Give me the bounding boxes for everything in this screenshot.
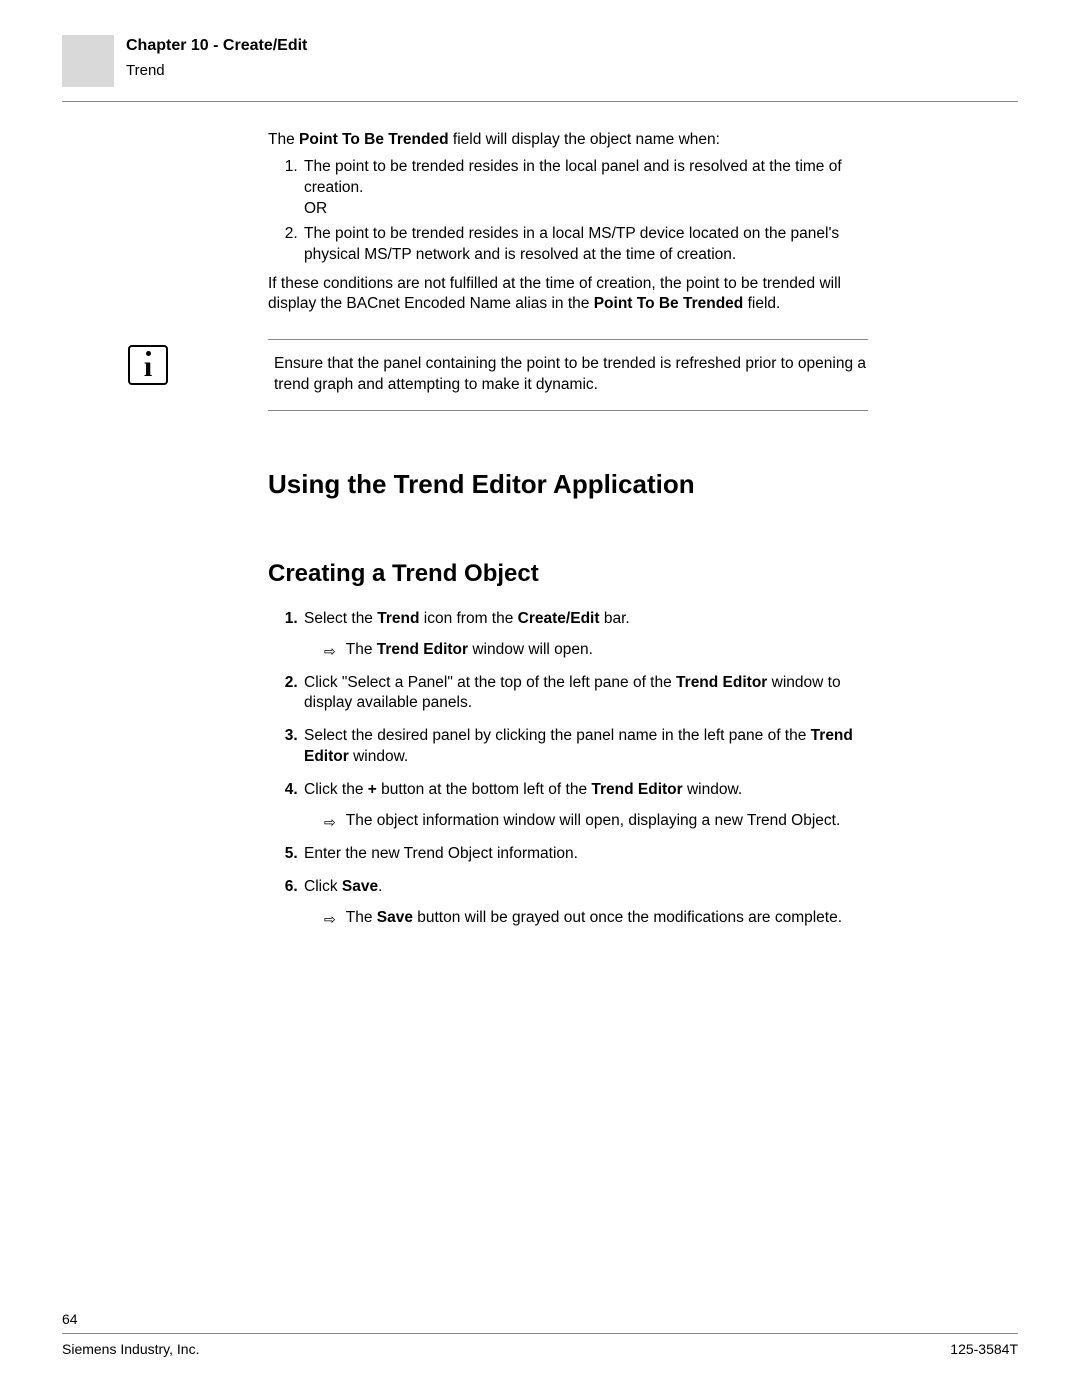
- header-decoration-square: [62, 35, 114, 87]
- steps-list: Select the Trend icon from the Create/Ed…: [268, 609, 868, 929]
- step-3: Select the desired panel by clicking the…: [302, 726, 868, 768]
- intro-list-item-1: The point to be trended resides in the l…: [302, 157, 868, 220]
- step-4-result: ⇨ The object information window will ope…: [324, 811, 868, 832]
- step4-e: window.: [683, 781, 742, 798]
- intro-list: The point to be trended resides in the l…: [268, 157, 868, 266]
- step6-sub-c: button will be grayed out once the modif…: [413, 909, 842, 926]
- step3-a: Select the desired panel by clicking the…: [304, 727, 811, 744]
- heading-using-trend-editor: Using the Trend Editor Application: [268, 467, 868, 502]
- page-footer: 64 Siemens Industry, Inc. 125-3584T: [62, 1310, 1018, 1359]
- step1-sub-c: window will open.: [468, 641, 593, 658]
- info-note-body: Ensure that the panel containing the poi…: [268, 339, 868, 411]
- footer-docid: 125-3584T: [950, 1340, 1018, 1359]
- intro-lead: The Point To Be Trended field will displ…: [268, 130, 868, 151]
- intro-followup: If these conditions are not fulfilled at…: [268, 274, 868, 316]
- step-5: Enter the new Trend Object information.: [302, 844, 868, 865]
- step2-a: Click "Select a Panel" at the top of the…: [304, 674, 676, 691]
- main-content: The Point To Be Trended field will displ…: [268, 130, 868, 929]
- info-icon-letter: ı: [144, 352, 152, 382]
- intro-lead-post: field will display the object name when:: [449, 131, 720, 148]
- step-6: Click Save. ⇨ The Save button will be gr…: [302, 877, 868, 929]
- step1-d: Create/Edit: [518, 610, 600, 627]
- intro-followup-post: field.: [743, 295, 780, 312]
- result-arrow-icon: ⇨: [324, 642, 336, 661]
- step-2: Click "Select a Panel" at the top of the…: [302, 673, 868, 715]
- chapter-title: Chapter 10 - Create/Edit: [126, 35, 307, 57]
- step-1-result: ⇨ The Trend Editor window will open.: [324, 640, 868, 661]
- step4-b: +: [368, 781, 377, 798]
- step6-a: Click: [304, 878, 342, 895]
- step5-text: Enter the new Trend Object information.: [304, 845, 578, 862]
- step3-c: window.: [349, 748, 408, 765]
- intro-lead-bold: Point To Be Trended: [299, 131, 449, 148]
- step4-d: Trend Editor: [591, 781, 682, 798]
- page: Chapter 10 - Create/Edit Trend The Point…: [0, 0, 1080, 1397]
- step2-b: Trend Editor: [676, 674, 767, 691]
- info-icon-dot: [146, 351, 151, 356]
- step-6-result: ⇨ The Save button will be grayed out onc…: [324, 908, 868, 929]
- info-note: ı Ensure that the panel containing the p…: [268, 339, 868, 411]
- intro-list-item-2: The point to be trended resides in a loc…: [302, 224, 868, 266]
- intro-lead-pre: The: [268, 131, 299, 148]
- header-text-block: Chapter 10 - Create/Edit Trend: [126, 35, 307, 81]
- step1-c: icon from the: [419, 610, 517, 627]
- info-note-text: Ensure that the panel containing the poi…: [274, 355, 866, 393]
- step6-b: Save: [342, 878, 378, 895]
- chapter-subtitle: Trend: [126, 61, 307, 81]
- page-header: Chapter 10 - Create/Edit Trend: [62, 35, 1018, 102]
- step-1: Select the Trend icon from the Create/Ed…: [302, 609, 868, 661]
- step4-c: button at the bottom left of the: [377, 781, 592, 798]
- result-arrow-icon: ⇨: [324, 910, 336, 929]
- intro-or: OR: [304, 199, 868, 220]
- intro-li2-text: The point to be trended resides in a loc…: [304, 225, 839, 263]
- step1-sub-b: Trend Editor: [377, 641, 468, 658]
- step6-sub-a: The: [346, 909, 377, 926]
- intro-followup-bold: Point To Be Trended: [594, 295, 744, 312]
- step1-b: Trend: [377, 610, 419, 627]
- step-4: Click the + button at the bottom left of…: [302, 780, 868, 832]
- step4-a: Click the: [304, 781, 368, 798]
- step1-a: Select the: [304, 610, 377, 627]
- step1-sub-a: The: [346, 641, 377, 658]
- intro-li1-text: The point to be trended resides in the l…: [304, 158, 842, 196]
- step6-sub-b: Save: [377, 909, 413, 926]
- step1-e: bar.: [600, 610, 630, 627]
- step6-c: .: [378, 878, 382, 895]
- info-icon: ı: [128, 345, 168, 385]
- footer-company: Siemens Industry, Inc.: [62, 1340, 199, 1359]
- footer-line: Siemens Industry, Inc. 125-3584T: [62, 1333, 1018, 1359]
- result-arrow-icon: ⇨: [324, 813, 336, 832]
- page-number: 64: [62, 1310, 1018, 1329]
- step4-sub: The object information window will open,…: [346, 811, 841, 832]
- heading-creating-trend-object: Creating a Trend Object: [268, 558, 868, 590]
